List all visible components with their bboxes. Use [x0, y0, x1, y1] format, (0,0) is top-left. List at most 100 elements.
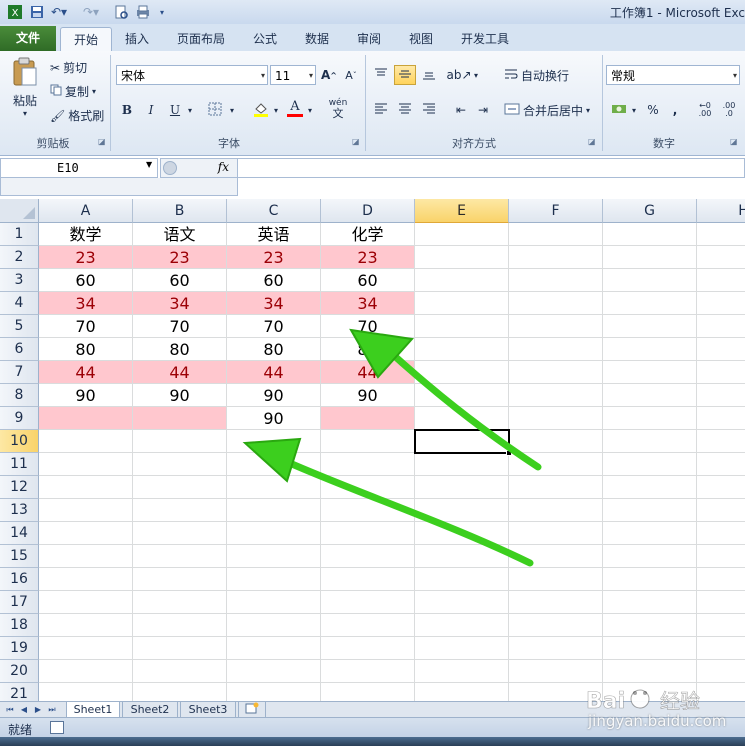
align-bottom-button[interactable] — [418, 65, 440, 85]
cell-a2[interactable]: 23 — [39, 246, 133, 269]
cell-e13[interactable] — [415, 499, 509, 522]
font-launcher-icon[interactable]: ◪ — [352, 137, 360, 146]
save-icon[interactable] — [28, 3, 46, 21]
increase-indent-button[interactable]: ⇥ — [472, 100, 494, 120]
cell-f12[interactable] — [509, 476, 603, 499]
cell-a8[interactable]: 90 — [39, 384, 133, 407]
insert-function-button[interactable]: fx — [218, 160, 229, 174]
cell-d16[interactable] — [321, 568, 415, 591]
row-header-10[interactable]: 10 — [0, 430, 39, 453]
clipboard-launcher-icon[interactable]: ◪ — [98, 137, 106, 146]
cell-c4[interactable]: 34 — [227, 292, 321, 315]
prev-sheet-icon[interactable]: ◀ — [18, 704, 30, 716]
row-header-4[interactable]: 4 — [0, 292, 39, 315]
cell-c5[interactable]: 70 — [227, 315, 321, 338]
cell-e2[interactable] — [415, 246, 509, 269]
cell-h4[interactable] — [697, 292, 745, 315]
row-header-2[interactable]: 2 — [0, 246, 39, 269]
cell-h11[interactable] — [697, 453, 745, 476]
cell-e14[interactable] — [415, 522, 509, 545]
cell-c3[interactable]: 60 — [227, 269, 321, 292]
cell-g2[interactable] — [603, 246, 697, 269]
cell-d17[interactable] — [321, 591, 415, 614]
phonetic-button[interactable]: wén 文 — [326, 98, 350, 119]
cell-e5[interactable] — [415, 315, 509, 338]
alignment-launcher-icon[interactable]: ◪ — [588, 137, 596, 146]
cell-d1[interactable]: 化学 — [321, 223, 415, 246]
cell-c2[interactable]: 23 — [227, 246, 321, 269]
cell-b16[interactable] — [133, 568, 227, 591]
cell-d6[interactable]: 80 — [321, 338, 415, 361]
copy-button[interactable]: 复制 ▾ — [50, 83, 96, 100]
cell-c18[interactable] — [227, 614, 321, 637]
cell-b15[interactable] — [133, 545, 227, 568]
cell-c15[interactable] — [227, 545, 321, 568]
column-header-h[interactable]: H — [697, 199, 745, 223]
cell-d18[interactable] — [321, 614, 415, 637]
cell-g15[interactable] — [603, 545, 697, 568]
cell-b19[interactable] — [133, 637, 227, 660]
cell-g17[interactable] — [603, 591, 697, 614]
row-header-1[interactable]: 1 — [0, 223, 39, 246]
cell-b12[interactable] — [133, 476, 227, 499]
cell-f13[interactable] — [509, 499, 603, 522]
cell-h1[interactable] — [697, 223, 745, 246]
cell-a15[interactable] — [39, 545, 133, 568]
cell-g9[interactable] — [603, 407, 697, 430]
cell-c9[interactable]: 90 — [227, 407, 321, 430]
cell-c8[interactable]: 90 — [227, 384, 321, 407]
cell-b20[interactable] — [133, 660, 227, 683]
cell-c12[interactable] — [227, 476, 321, 499]
cell-d8[interactable]: 90 — [321, 384, 415, 407]
accounting-format-button[interactable] — [608, 100, 630, 120]
cell-g3[interactable] — [603, 269, 697, 292]
cell-f2[interactable] — [509, 246, 603, 269]
cell-c20[interactable] — [227, 660, 321, 683]
cell-f10[interactable] — [509, 430, 603, 453]
cell-b11[interactable] — [133, 453, 227, 476]
tab-developer[interactable]: 开发工具 — [452, 27, 518, 51]
align-top-button[interactable] — [370, 65, 392, 85]
cell-e6[interactable] — [415, 338, 509, 361]
underline-dropdown-icon[interactable]: ▾ — [184, 100, 196, 120]
cell-b4[interactable]: 34 — [133, 292, 227, 315]
cell-h18[interactable] — [697, 614, 745, 637]
cell-a4[interactable]: 34 — [39, 292, 133, 315]
orientation-dropdown-icon[interactable]: ▾ — [470, 65, 482, 85]
cell-a12[interactable] — [39, 476, 133, 499]
row-header-19[interactable]: 19 — [0, 637, 39, 660]
cell-a1[interactable]: 数学 — [39, 223, 133, 246]
font-size-combo[interactable]: 11 ▾ — [270, 65, 316, 85]
cell-d2[interactable]: 23 — [321, 246, 415, 269]
cell-h2[interactable] — [697, 246, 745, 269]
cell-f6[interactable] — [509, 338, 603, 361]
row-header-15[interactable]: 15 — [0, 545, 39, 568]
row-header-13[interactable]: 13 — [0, 499, 39, 522]
paste-button[interactable]: 粘贴 ▾ — [8, 57, 42, 118]
worksheet-grid[interactable]: ABCDEFGH 1 2 3 4 5 6 7 8 9 10 11 12 13 14 15 16 17 18 19 20… — [0, 199, 745, 701]
number-format-combo[interactable]: 常规 ▾ — [606, 65, 740, 85]
row-header-12[interactable]: 12 — [0, 476, 39, 499]
cell-f18[interactable] — [509, 614, 603, 637]
cell-f11[interactable] — [509, 453, 603, 476]
cell-b17[interactable] — [133, 591, 227, 614]
cell-g18[interactable] — [603, 614, 697, 637]
cell-b10[interactable] — [133, 430, 227, 453]
cell-h19[interactable] — [697, 637, 745, 660]
cell-b21[interactable] — [133, 683, 227, 701]
sheet-tab-sheet1[interactable]: Sheet1 — [66, 702, 120, 718]
cell-g12[interactable] — [603, 476, 697, 499]
row-header-21[interactable]: 21 — [0, 683, 39, 701]
row-header-18[interactable]: 18 — [0, 614, 39, 637]
font-name-combo[interactable]: 宋体 ▾ — [116, 65, 268, 85]
cell-e7[interactable] — [415, 361, 509, 384]
font-color-dropdown-icon[interactable]: ▾ — [304, 100, 316, 120]
cell-g16[interactable] — [603, 568, 697, 591]
row-header-16[interactable]: 16 — [0, 568, 39, 591]
cell-g13[interactable] — [603, 499, 697, 522]
cell-e19[interactable] — [415, 637, 509, 660]
cell-c17[interactable] — [227, 591, 321, 614]
row-header-11[interactable]: 11 — [0, 453, 39, 476]
sheet-tab-sheet2[interactable]: Sheet2 — [122, 702, 178, 718]
row-header-3[interactable]: 3 — [0, 269, 39, 292]
